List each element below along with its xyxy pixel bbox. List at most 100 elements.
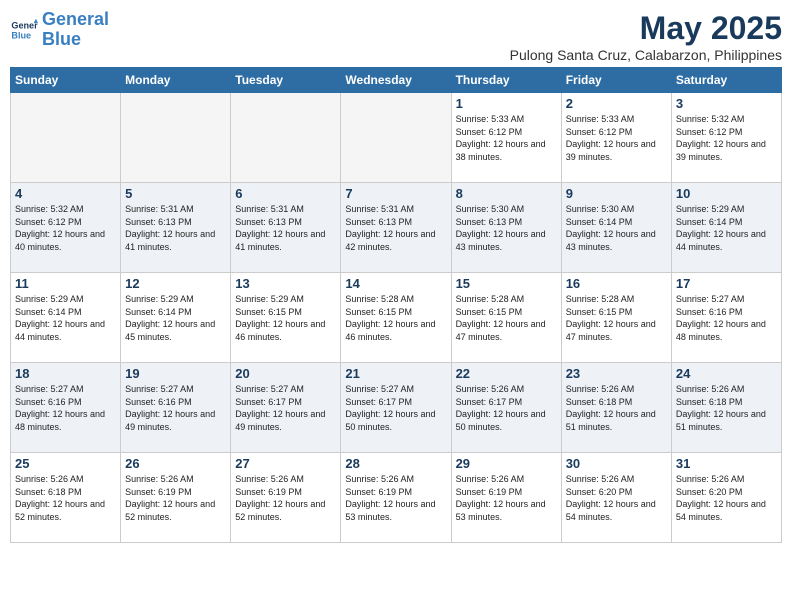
month-title: May 2025 xyxy=(510,10,782,47)
calendar-cell: 25Sunrise: 5:26 AMSunset: 6:18 PMDayligh… xyxy=(11,453,121,543)
calendar-cell: 28 Sunrise: 5:26 AMSunset: 6:19 PMDayligh… xyxy=(341,453,451,543)
calendar-cell xyxy=(121,93,231,183)
cell-info: Sunrise: 5:29 AMSunset: 6:14 PMDaylight:… xyxy=(15,293,116,343)
cell-info: Sunrise: 5:27 AMSunset: 6:16 PMDaylight:… xyxy=(125,383,226,433)
day-number: 30 xyxy=(566,456,667,471)
cell-info: Sunrise: 5:33 AMSunset: 6:12 PMDaylight:… xyxy=(566,113,667,163)
calendar-cell: 29Sunrise: 5:26 AMSunset: 6:19 PMDayligh… xyxy=(451,453,561,543)
calendar-cell: 12Sunrise: 5:29 AMSunset: 6:14 PMDayligh… xyxy=(121,273,231,363)
cell-info: Sunrise: 5:26 AMSunset: 6:18 PMDaylight:… xyxy=(676,383,777,433)
calendar-cell: 13 Sunrise: 5:29 AMSunset: 6:15 PMDayligh… xyxy=(231,273,341,363)
logo-text: GeneralBlue xyxy=(42,10,109,50)
calendar-cell: 4 Sunrise: 5:32 AMSunset: 6:12 PMDaylight… xyxy=(11,183,121,273)
day-number: 6 xyxy=(235,186,336,201)
svg-text:General: General xyxy=(11,20,38,30)
calendar-cell xyxy=(11,93,121,183)
calendar-week-3: 11 Sunrise: 5:29 AMSunset: 6:14 PMDayligh… xyxy=(11,273,782,363)
day-number: 12 xyxy=(125,276,226,291)
cell-info: Sunrise: 5:31 AMSunset: 6:13 PMDaylight:… xyxy=(345,203,446,253)
calendar-cell xyxy=(231,93,341,183)
calendar-cell: 1 Sunrise: 5:33 AMSunset: 6:12 PMDaylight… xyxy=(451,93,561,183)
cell-info: Sunrise: 5:30 AMSunset: 6:14 PMDaylight:… xyxy=(566,203,667,253)
cell-info: Sunrise: 5:26 AMSunset: 6:19 PMDaylight:… xyxy=(456,473,557,523)
calendar-week-1: 1 Sunrise: 5:33 AMSunset: 6:12 PMDaylight… xyxy=(11,93,782,183)
calendar-week-2: 4 Sunrise: 5:32 AMSunset: 6:12 PMDaylight… xyxy=(11,183,782,273)
calendar-week-4: 18Sunrise: 5:27 AMSunset: 6:16 PMDayligh… xyxy=(11,363,782,453)
calendar-cell: 17Sunrise: 5:27 AMSunset: 6:16 PMDayligh… xyxy=(671,273,781,363)
day-number: 15 xyxy=(456,276,557,291)
weekday-header-friday: Friday xyxy=(561,68,671,93)
location: Pulong Santa Cruz, Calabarzon, Philippin… xyxy=(510,47,782,63)
cell-info: Sunrise: 5:27 AMSunset: 6:17 PMDaylight:… xyxy=(345,383,446,433)
title-block: May 2025 Pulong Santa Cruz, Calabarzon, … xyxy=(510,10,782,63)
weekday-header-row: SundayMondayTuesdayWednesdayThursdayFrid… xyxy=(11,68,782,93)
calendar-cell: 19Sunrise: 5:27 AMSunset: 6:16 PMDayligh… xyxy=(121,363,231,453)
day-number: 3 xyxy=(676,96,777,111)
calendar-cell: 26Sunrise: 5:26 AMSunset: 6:19 PMDayligh… xyxy=(121,453,231,543)
calendar-cell xyxy=(341,93,451,183)
calendar-cell: 7 Sunrise: 5:31 AMSunset: 6:13 PMDaylight… xyxy=(341,183,451,273)
calendar-cell: 15 Sunrise: 5:28 AMSunset: 6:15 PMDayligh… xyxy=(451,273,561,363)
day-number: 31 xyxy=(676,456,777,471)
cell-info: Sunrise: 5:28 AMSunset: 6:15 PMDaylight:… xyxy=(345,293,446,343)
calendar-cell: 5Sunrise: 5:31 AMSunset: 6:13 PMDaylight… xyxy=(121,183,231,273)
cell-info: Sunrise: 5:28 AMSunset: 6:15 PMDaylight:… xyxy=(456,293,557,343)
cell-info: Sunrise: 5:27 AMSunset: 6:16 PMDaylight:… xyxy=(676,293,777,343)
logo: General Blue GeneralBlue xyxy=(10,10,109,50)
cell-info: Sunrise: 5:26 AMSunset: 6:19 PMDaylight:… xyxy=(235,473,336,523)
cell-info: Sunrise: 5:31 AMSunset: 6:13 PMDaylight:… xyxy=(235,203,336,253)
calendar-cell: 22 Sunrise: 5:26 AMSunset: 6:17 PMDayligh… xyxy=(451,363,561,453)
weekday-header-thursday: Thursday xyxy=(451,68,561,93)
day-number: 13 xyxy=(235,276,336,291)
day-number: 24 xyxy=(676,366,777,381)
cell-info: Sunrise: 5:26 AMSunset: 6:19 PMDaylight:… xyxy=(345,473,446,523)
cell-info: Sunrise: 5:26 AMSunset: 6:17 PMDaylight:… xyxy=(456,383,557,433)
day-number: 1 xyxy=(456,96,557,111)
day-number: 16 xyxy=(566,276,667,291)
weekday-header-monday: Monday xyxy=(121,68,231,93)
calendar-cell: 31 Sunrise: 5:26 AMSunset: 6:20 PMDayligh… xyxy=(671,453,781,543)
weekday-header-wednesday: Wednesday xyxy=(341,68,451,93)
cell-info: Sunrise: 5:32 AMSunset: 6:12 PMDaylight:… xyxy=(15,203,116,253)
weekday-header-saturday: Saturday xyxy=(671,68,781,93)
calendar-cell: 9Sunrise: 5:30 AMSunset: 6:14 PMDaylight… xyxy=(561,183,671,273)
calendar-cell: 30Sunrise: 5:26 AMSunset: 6:20 PMDayligh… xyxy=(561,453,671,543)
calendar-cell: 11 Sunrise: 5:29 AMSunset: 6:14 PMDayligh… xyxy=(11,273,121,363)
cell-info: Sunrise: 5:29 AMSunset: 6:14 PMDaylight:… xyxy=(676,203,777,253)
day-number: 11 xyxy=(15,276,116,291)
calendar-table: SundayMondayTuesdayWednesdayThursdayFrid… xyxy=(10,67,782,543)
day-number: 21 xyxy=(345,366,446,381)
weekday-header-sunday: Sunday xyxy=(11,68,121,93)
day-number: 7 xyxy=(345,186,446,201)
day-number: 4 xyxy=(15,186,116,201)
day-number: 2 xyxy=(566,96,667,111)
day-number: 28 xyxy=(345,456,446,471)
logo-icon: General Blue xyxy=(10,16,38,44)
calendar-cell: 14Sunrise: 5:28 AMSunset: 6:15 PMDayligh… xyxy=(341,273,451,363)
cell-info: Sunrise: 5:33 AMSunset: 6:12 PMDaylight:… xyxy=(456,113,557,163)
cell-info: Sunrise: 5:26 AMSunset: 6:18 PMDaylight:… xyxy=(566,383,667,433)
day-number: 23 xyxy=(566,366,667,381)
day-number: 10 xyxy=(676,186,777,201)
calendar-cell: 21 Sunrise: 5:27 AMSunset: 6:17 PMDayligh… xyxy=(341,363,451,453)
calendar-cell: 10 Sunrise: 5:29 AMSunset: 6:14 PMDayligh… xyxy=(671,183,781,273)
cell-info: Sunrise: 5:26 AMSunset: 6:20 PMDaylight:… xyxy=(676,473,777,523)
cell-info: Sunrise: 5:27 AMSunset: 6:17 PMDaylight:… xyxy=(235,383,336,433)
calendar-cell: 23 Sunrise: 5:26 AMSunset: 6:18 PMDayligh… xyxy=(561,363,671,453)
calendar-cell: 16 Sunrise: 5:28 AMSunset: 6:15 PMDayligh… xyxy=(561,273,671,363)
cell-info: Sunrise: 5:29 AMSunset: 6:15 PMDaylight:… xyxy=(235,293,336,343)
calendar-cell: 24 Sunrise: 5:26 AMSunset: 6:18 PMDayligh… xyxy=(671,363,781,453)
cell-info: Sunrise: 5:26 AMSunset: 6:18 PMDaylight:… xyxy=(15,473,116,523)
cell-info: Sunrise: 5:26 AMSunset: 6:19 PMDaylight:… xyxy=(125,473,226,523)
cell-info: Sunrise: 5:28 AMSunset: 6:15 PMDaylight:… xyxy=(566,293,667,343)
calendar-cell: 20Sunrise: 5:27 AMSunset: 6:17 PMDayligh… xyxy=(231,363,341,453)
weekday-header-tuesday: Tuesday xyxy=(231,68,341,93)
cell-info: Sunrise: 5:32 AMSunset: 6:12 PMDaylight:… xyxy=(676,113,777,163)
calendar-cell: 27Sunrise: 5:26 AMSunset: 6:19 PMDayligh… xyxy=(231,453,341,543)
calendar-cell: 8Sunrise: 5:30 AMSunset: 6:13 PMDaylight… xyxy=(451,183,561,273)
calendar-cell: 6 Sunrise: 5:31 AMSunset: 6:13 PMDaylight… xyxy=(231,183,341,273)
cell-info: Sunrise: 5:30 AMSunset: 6:13 PMDaylight:… xyxy=(456,203,557,253)
calendar-cell: 18Sunrise: 5:27 AMSunset: 6:16 PMDayligh… xyxy=(11,363,121,453)
cell-info: Sunrise: 5:27 AMSunset: 6:16 PMDaylight:… xyxy=(15,383,116,433)
day-number: 22 xyxy=(456,366,557,381)
